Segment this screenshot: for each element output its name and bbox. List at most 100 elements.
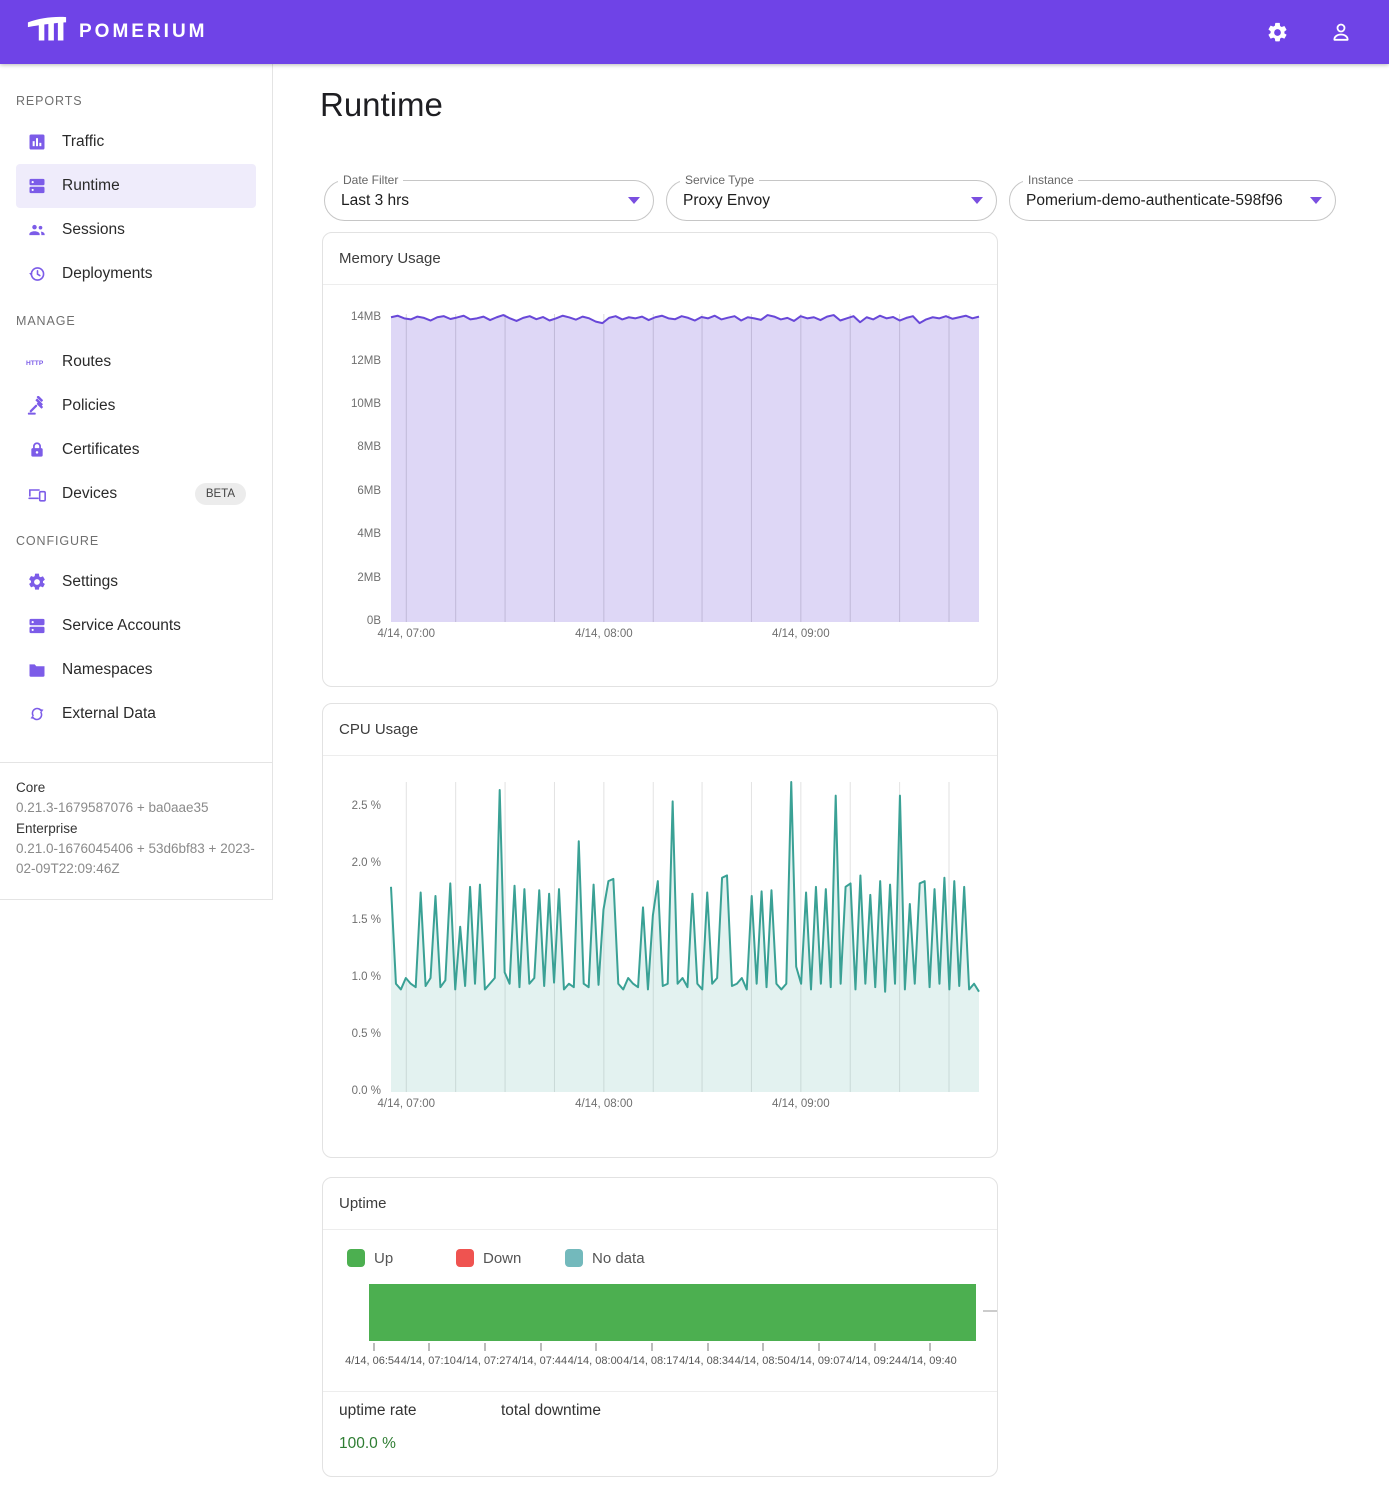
up-swatch — [347, 1249, 365, 1267]
memory-y-tick-label: 8MB — [323, 441, 381, 453]
memory-y-tick-label: 10MB — [323, 398, 381, 410]
memory-y-tick-label: 12MB — [323, 355, 381, 367]
chevron-down-icon — [971, 197, 983, 204]
sidebar-item-certificates[interactable]: Certificates — [16, 428, 256, 472]
settings-gear-icon[interactable] — [1265, 20, 1289, 44]
cpu-y-tick-label: 2.5 % — [323, 800, 381, 812]
uptime-tick — [428, 1343, 430, 1351]
memory-usage-card: Memory Usage 0B2MB4MB6MB8MB10MB12MB14MB4… — [322, 232, 998, 687]
uptime-tick-label: 4/14, 09:07 — [790, 1355, 845, 1367]
chevron-down-icon — [1310, 197, 1322, 204]
cpu-x-tick-label: 4/14, 08:00 — [575, 1098, 633, 1110]
svg-text:HTTP: HTTP — [26, 360, 44, 367]
cpu-y-tick-label: 0.5 % — [323, 1028, 381, 1040]
cpu-usage-card: CPU Usage 0.0 %0.5 %1.0 %1.5 %2.0 %2.5 %… — [322, 703, 998, 1158]
uptime-tick-label: 4/14, 09:40 — [902, 1355, 957, 1367]
page-title: Runtime — [320, 86, 443, 124]
memory-y-tick-label: 14MB — [323, 311, 381, 323]
filter-row: Date Filter Last 3 hrs Service Type Prox… — [324, 180, 1336, 221]
sidebar-item-devices[interactable]: Devices BETA — [16, 472, 256, 516]
traffic-icon — [26, 132, 48, 152]
runtime-icon — [26, 176, 48, 196]
service-type-select[interactable]: Service Type Proxy Envoy — [666, 180, 997, 221]
cpu-area-fill — [391, 782, 979, 1092]
sidebar-item-deployments[interactable]: Deployments — [16, 252, 256, 296]
memory-x-tick-label: 4/14, 09:00 — [772, 628, 830, 640]
uptime-rate-value: 100.0 % — [339, 1435, 396, 1453]
sidebar-item-label: External Data — [62, 705, 156, 723]
cpu-y-tick-label: 0.0 % — [323, 1085, 381, 1097]
uptime-tick — [818, 1343, 820, 1351]
uptime-tick — [540, 1343, 542, 1351]
nav-group-manage: MANAGE HTTP Routes Policies Certificates — [0, 296, 272, 516]
sidebar-item-sessions[interactable]: Sessions — [16, 208, 256, 252]
legend-label: Up — [374, 1250, 393, 1267]
service-type-label: Service Type — [680, 173, 759, 187]
sidebar: REPORTS Traffic Runtime Sessions — [0, 64, 273, 900]
top-bar: POMERIUM — [0, 0, 1389, 64]
brand-wordmark: POMERIUM — [79, 21, 208, 43]
uptime-rate-label: uptime rate — [339, 1402, 417, 1420]
uptime-title: Uptime — [323, 1178, 997, 1230]
no-data-swatch — [565, 1249, 583, 1267]
nav-group-header: MANAGE — [0, 296, 272, 340]
uptime-tick-label: 4/14, 08:50 — [735, 1355, 790, 1367]
sidebar-item-label: Traffic — [62, 133, 104, 151]
nav-group-header: CONFIGURE — [0, 516, 272, 560]
sidebar-item-policies[interactable]: Policies — [16, 384, 256, 428]
total-downtime-label: total downtime — [501, 1402, 601, 1420]
sidebar-item-service-accounts[interactable]: Service Accounts — [16, 604, 256, 648]
legend-item-up: Up — [347, 1249, 456, 1267]
sidebar-item-label: Policies — [62, 397, 115, 415]
enterprise-version-value: 0.21.0-1676045406 + 53d6bf83 + 2023-02-0… — [16, 839, 256, 880]
enterprise-version-label: Enterprise — [16, 819, 256, 839]
uptime-tick — [762, 1343, 764, 1351]
memory-area-fill — [391, 315, 979, 622]
sidebar-item-label: Deployments — [62, 265, 152, 283]
uptime-tick — [707, 1343, 709, 1351]
devices-icon — [26, 484, 48, 504]
sidebar-item-routes[interactable]: HTTP Routes — [16, 340, 256, 384]
divider — [323, 1391, 997, 1392]
routes-icon: HTTP — [26, 352, 48, 372]
external-data-icon — [26, 704, 48, 724]
sidebar-item-settings[interactable]: Settings — [16, 560, 256, 604]
account-icon[interactable] — [1329, 20, 1353, 44]
sidebar-item-runtime[interactable]: Runtime — [16, 164, 256, 208]
sidebar-item-label: Certificates — [62, 441, 140, 459]
date-filter-value: Last 3 hrs — [341, 192, 620, 210]
nav-group-configure: CONFIGURE Settings Service Accounts Name… — [0, 516, 272, 736]
sidebar-item-label: Settings — [62, 573, 118, 591]
sidebar-item-label: Devices — [62, 485, 117, 503]
beta-badge: BETA — [195, 483, 246, 505]
date-filter-select[interactable]: Date Filter Last 3 hrs — [324, 180, 654, 221]
down-swatch — [456, 1249, 474, 1267]
deployments-icon — [26, 264, 48, 284]
service-type-value: Proxy Envoy — [683, 192, 963, 210]
memory-y-tick-label: 4MB — [323, 528, 381, 540]
sidebar-item-traffic[interactable]: Traffic — [16, 120, 256, 164]
cpu-plot — [391, 782, 979, 1092]
uptime-tick — [484, 1343, 486, 1351]
memory-plot — [391, 314, 979, 622]
instance-select[interactable]: Instance Pomerium-demo-authenticate-598f… — [1009, 180, 1336, 221]
legend-label: Down — [483, 1250, 521, 1267]
memory-y-tick-label: 6MB — [323, 485, 381, 497]
sidebar-item-namespaces[interactable]: Namespaces — [16, 648, 256, 692]
instance-label: Instance — [1023, 173, 1078, 187]
app-root: POMERIUM REPORTS Traffic — [0, 0, 1389, 1497]
memory-y-tick-label: 2MB — [323, 572, 381, 584]
uptime-tick-label: 4/14, 08:17 — [623, 1355, 678, 1367]
uptime-axis-tick — [983, 1310, 997, 1312]
uptime-tick-label: 4/14, 08:00 — [568, 1355, 623, 1367]
sidebar-item-label: Service Accounts — [62, 617, 181, 635]
cpu-y-tick-label: 1.5 % — [323, 914, 381, 926]
sidebar-item-external-data[interactable]: External Data — [16, 692, 256, 736]
cpu-usage-title: CPU Usage — [323, 704, 997, 756]
nav-group-reports: REPORTS Traffic Runtime Sessions — [0, 76, 272, 296]
uptime-tick-label: 4/14, 06:54 — [345, 1355, 400, 1367]
uptime-tick-label: 4/14, 07:44 — [512, 1355, 567, 1367]
uptime-tick-label: 4/14, 08:34 — [679, 1355, 734, 1367]
uptime-tick-label: 4/14, 07:10 — [401, 1355, 456, 1367]
uptime-tick — [595, 1343, 597, 1351]
